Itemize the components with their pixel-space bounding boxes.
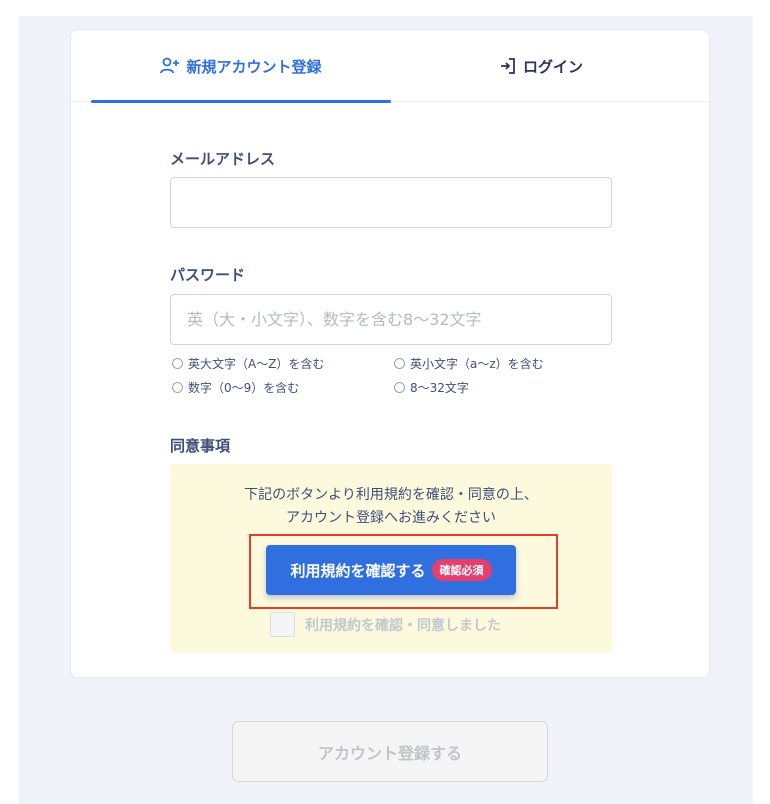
consent-label: 同意事項	[170, 437, 231, 455]
required-badge: 確認必須	[431, 559, 492, 581]
auth-tabs: 新規アカウント登録 ログイン	[71, 30, 711, 103]
sign-in-icon	[499, 57, 517, 75]
agree-terms-label: 利用規約を確認・同意しました	[305, 617, 501, 634]
agree-terms-row: 利用規約を確認・同意しました	[270, 612, 501, 637]
rule-label: 数字（0〜9）を含む	[188, 381, 300, 395]
rule-label: 8〜32文字	[410, 381, 469, 395]
circle-outline-icon	[172, 382, 183, 393]
agree-terms-checkbox[interactable]	[270, 612, 295, 637]
circle-outline-icon	[394, 382, 405, 393]
tab-register-label: 新規アカウント登録	[186, 57, 322, 76]
consent-box: 下記のボタンより利用規約を確認・同意の上、 アカウント登録へお進みください 利用…	[170, 464, 612, 653]
circle-outline-icon	[394, 358, 405, 369]
rule-label: 英大文字（A〜Z）を含む	[188, 357, 325, 371]
registration-card: 新規アカウント登録 ログイン メールアドレス パスワード 英大文字（A〜Z）を含…	[70, 29, 711, 678]
rule-label: 英小文字（a〜z）を含む	[410, 357, 544, 371]
email-label: メールアドレス	[170, 150, 276, 168]
circle-outline-icon	[172, 358, 183, 369]
password-rule-length: 8〜32文字	[394, 379, 469, 396]
tab-register[interactable]: 新規アカウント登録	[91, 30, 391, 103]
consent-instructions: 下記のボタンより利用規約を確認・同意の上、 アカウント登録へお進みください	[170, 484, 612, 530]
user-plus-icon	[160, 57, 180, 75]
tab-login-label: ログイン	[522, 57, 583, 76]
password-rule-uppercase: 英大文字（A〜Z）を含む	[172, 355, 324, 372]
password-rule-number: 数字（0〜9）を含む	[172, 379, 299, 396]
view-terms-button[interactable]: 利用規約を確認する 確認必須	[266, 545, 516, 595]
password-label: パスワード	[170, 266, 246, 284]
password-field[interactable]	[170, 294, 612, 345]
create-account-button[interactable]: アカウント登録する	[232, 721, 548, 782]
create-account-label: アカウント登録する	[317, 743, 462, 763]
view-terms-label: 利用規約を確認する	[290, 561, 426, 580]
consent-line-1: 下記のボタンより利用規約を確認・同意の上、	[244, 487, 538, 503]
tab-login[interactable]: ログイン	[391, 30, 691, 102]
consent-line-2: アカウント登録へお進みください	[286, 510, 496, 526]
password-rule-lowercase: 英小文字（a〜z）を含む	[394, 355, 544, 372]
email-field[interactable]	[170, 177, 612, 228]
